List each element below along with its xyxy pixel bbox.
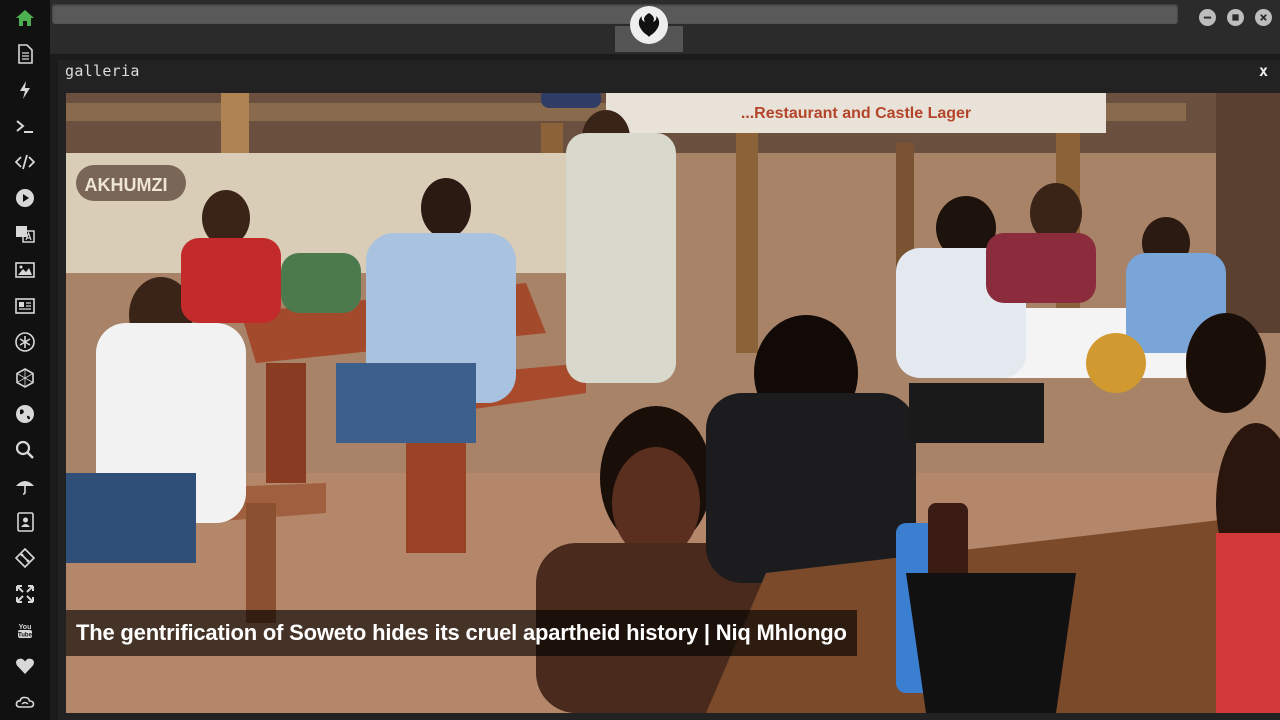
minimize-icon <box>1203 16 1212 19</box>
contact-icon <box>17 512 34 532</box>
panel-title: galleria <box>65 62 140 80</box>
sidebar-item-search[interactable] <box>13 438 37 462</box>
home-icon <box>16 10 34 26</box>
sidebar-item-lightning[interactable] <box>13 78 37 102</box>
sidebar-item-umbrella[interactable] <box>13 474 37 498</box>
sidebar-item-play[interactable] <box>13 186 37 210</box>
close-icon <box>1260 14 1267 21</box>
close-window-button[interactable] <box>1255 9 1272 26</box>
cloud-icon <box>15 696 35 708</box>
sidebar-item-newspaper[interactable] <box>13 294 37 318</box>
address-bar[interactable] <box>52 4 1178 24</box>
minimize-button[interactable] <box>1199 9 1216 26</box>
document-icon <box>18 44 33 64</box>
sidebar: You Tube <box>0 0 50 720</box>
sidebar-item-youtube[interactable]: You Tube <box>13 618 37 642</box>
logo <box>630 6 668 44</box>
sidebar-item-home[interactable] <box>13 6 37 30</box>
image-caption[interactable]: The gentrification of Soweto hides its c… <box>66 610 857 656</box>
code-icon <box>15 154 35 170</box>
translate-icon <box>16 226 35 243</box>
terminal-icon <box>16 120 33 133</box>
left-sign: AKHUMZI <box>85 175 168 195</box>
globe-icon <box>16 405 34 423</box>
sidebar-item-contact[interactable] <box>13 510 37 534</box>
play-icon <box>16 189 34 207</box>
search-icon <box>15 440 34 459</box>
umbrella-icon <box>16 481 34 495</box>
newspaper-icon <box>15 298 35 314</box>
expand-icon <box>16 585 34 603</box>
maximize-button[interactable] <box>1227 9 1244 26</box>
heart-icon <box>16 658 34 674</box>
youtube-icon: You Tube <box>18 624 33 639</box>
svg-text:Tube: Tube <box>18 633 33 639</box>
git-icon <box>15 548 35 568</box>
restaurant-sign: ...Restaurant and Castle Lager <box>741 105 971 122</box>
image-icon <box>15 262 35 278</box>
sidebar-item-globe[interactable] <box>13 402 37 426</box>
rebel-alliance-icon <box>638 13 660 37</box>
sidebar-item-hexagon[interactable] <box>13 366 37 390</box>
sidebar-item-cloud[interactable] <box>13 690 37 714</box>
hexagon-icon <box>16 368 34 388</box>
maximize-icon <box>1232 14 1239 21</box>
sidebar-item-asterisk[interactable] <box>13 330 37 354</box>
sidebar-item-code[interactable] <box>13 150 37 174</box>
asterisk-icon <box>15 332 35 352</box>
sidebar-item-translate[interactable] <box>13 222 37 246</box>
lightning-icon <box>20 81 30 99</box>
sidebar-item-document[interactable] <box>13 42 37 66</box>
sidebar-item-git[interactable] <box>13 546 37 570</box>
sidebar-item-image[interactable] <box>13 258 37 282</box>
sidebar-item-heart[interactable] <box>13 654 37 678</box>
sidebar-item-expand[interactable] <box>13 582 37 606</box>
panel-close-button[interactable]: x <box>1259 62 1268 80</box>
svg-text:You: You <box>19 624 32 631</box>
sidebar-item-terminal[interactable] <box>13 114 37 138</box>
